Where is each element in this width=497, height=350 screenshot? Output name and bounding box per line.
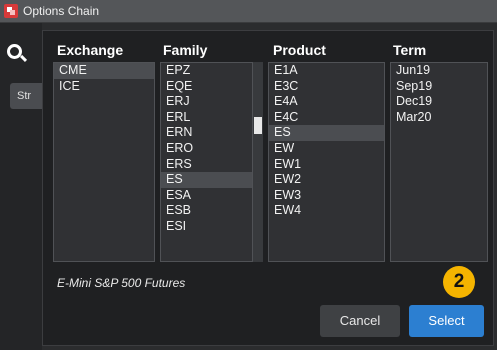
left-panel — [0, 23, 42, 350]
family-list-item[interactable]: ERL — [161, 110, 252, 126]
product-list-item[interactable]: E4C — [269, 110, 384, 126]
family-list[interactable]: EPZ EQE ERJ ERL ERN ERO ERS ES ESA ESB ESI — [160, 62, 253, 262]
app-icon — [4, 4, 18, 18]
product-list-item[interactable]: EW2 — [269, 172, 384, 188]
term-header: Term — [393, 42, 427, 58]
family-list-item[interactable]: ERN — [161, 125, 252, 141]
family-list-item[interactable]: ERJ — [161, 94, 252, 110]
family-list-item[interactable]: ERS — [161, 157, 252, 173]
term-list-item[interactable]: Dec19 — [391, 94, 487, 110]
term-list-item[interactable]: Jun19 — [391, 63, 487, 79]
exchange-list[interactable]: CME ICE — [53, 62, 155, 262]
product-list-item[interactable]: EW4 — [269, 203, 384, 219]
strategy-tab[interactable]: Str — [10, 83, 46, 109]
cancel-button[interactable]: Cancel — [320, 305, 400, 337]
product-list-item[interactable]: ES — [269, 125, 384, 141]
exchange-list-item[interactable]: ICE — [54, 79, 154, 95]
product-description: E-Mini S&P 500 Futures — [57, 276, 186, 290]
family-list-item[interactable]: ES — [161, 172, 252, 188]
product-list-item[interactable]: E3C — [269, 79, 384, 95]
family-list-item[interactable]: ERO — [161, 141, 252, 157]
term-list[interactable]: Jun19 Sep19 Dec19 Mar20 — [390, 62, 488, 262]
family-list-item[interactable]: EPZ — [161, 63, 252, 79]
product-list-item[interactable]: EW3 — [269, 188, 384, 204]
term-list-item[interactable]: Sep19 — [391, 79, 487, 95]
family-list-item[interactable]: ESB — [161, 203, 252, 219]
product-list-item[interactable]: EW — [269, 141, 384, 157]
family-list-item[interactable]: EQE — [161, 79, 252, 95]
family-scrollbar[interactable] — [253, 62, 263, 262]
search-icon[interactable] — [7, 44, 22, 59]
product-list[interactable]: E1A E3C E4A E4C ES EW EW1 EW2 EW3 EW4 — [268, 62, 385, 262]
product-list-item[interactable]: E1A — [269, 63, 384, 79]
window-title: Options Chain — [23, 4, 100, 18]
term-list-item[interactable]: Mar20 — [391, 110, 487, 126]
product-list-item[interactable]: EW1 — [269, 157, 384, 173]
exchange-list-item[interactable]: CME — [54, 63, 154, 79]
family-list-item[interactable]: ESI — [161, 219, 252, 235]
family-header: Family — [163, 42, 208, 58]
title-bar: Options Chain — [0, 0, 497, 23]
step-number-badge: 2 — [443, 266, 475, 298]
family-list-item[interactable]: ESA — [161, 188, 252, 204]
product-list-item[interactable]: E4A — [269, 94, 384, 110]
product-header: Product — [273, 42, 326, 58]
exchange-header: Exchange — [57, 42, 124, 58]
scrollbar-thumb[interactable] — [254, 117, 262, 134]
select-button[interactable]: Select — [409, 305, 484, 337]
